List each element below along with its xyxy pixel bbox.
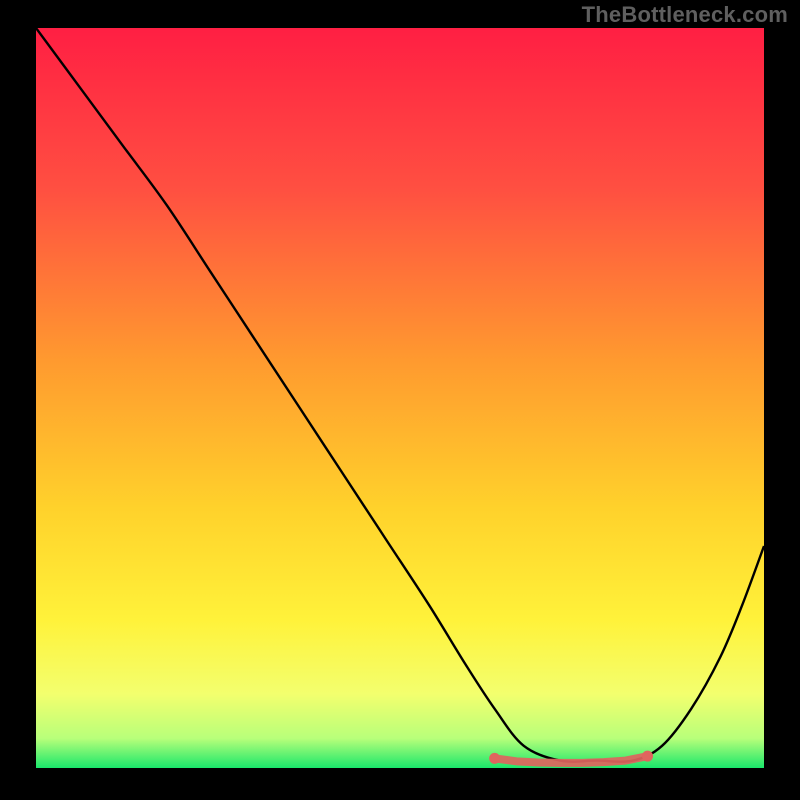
bottleneck-chart <box>36 28 764 768</box>
gradient-background <box>36 28 764 768</box>
plot-area <box>36 28 764 768</box>
watermark-text: TheBottleneck.com <box>582 2 788 28</box>
chart-frame: TheBottleneck.com <box>0 0 800 800</box>
